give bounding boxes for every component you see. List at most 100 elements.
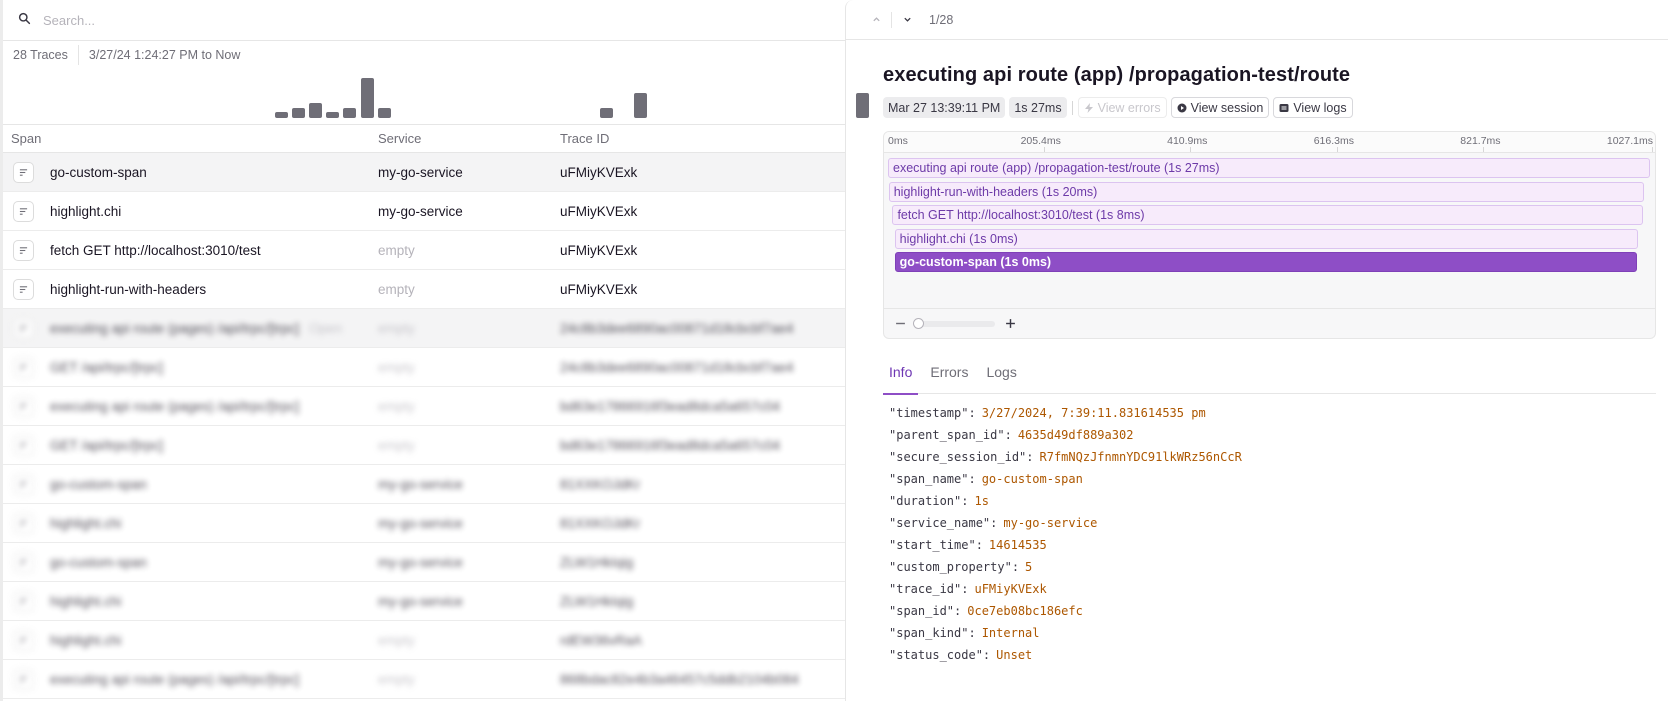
histogram-bar[interactable] (309, 103, 323, 118)
trace-detail-panel: 1/28 executing api route (app) /propagat… (845, 0, 1668, 701)
chevron-down-icon (903, 17, 911, 22)
histogram-bar[interactable] (360, 78, 374, 118)
table-row[interactable]: highlight.chi my-go-service uFMiyKVExk (3, 192, 845, 231)
table-row[interactable]: highlight.chi my-go-service ZLW1HkIqig (3, 582, 845, 621)
span-cell: GET /api/trpc/[trpc] (3, 434, 368, 456)
divider (1071, 100, 1073, 115)
axis-tick-mark (1336, 147, 1338, 152)
attribute-value[interactable]: 0ce7eb08bc186efc (967, 604, 1083, 618)
search-input[interactable] (43, 12, 743, 28)
span-list-icon (13, 668, 34, 690)
span-cell: highlight.chi (3, 200, 368, 222)
attribute-key: "span_kind": (889, 626, 976, 640)
view-errors-button[interactable]: View errors (1077, 97, 1167, 118)
histogram-bar[interactable] (326, 112, 340, 118)
zoom-in-button[interactable] (1003, 317, 1017, 331)
attribute-key: "start_time": (889, 538, 983, 552)
divider (77, 45, 79, 65)
attribute-value[interactable]: 1s (974, 494, 988, 508)
span-list-icon (13, 395, 34, 417)
table-row[interactable]: go-custom-span my-go-service 81XXKOJdKr (3, 465, 845, 504)
attribute-value[interactable]: my-go-service (1003, 516, 1097, 530)
table-row[interactable]: go-custom-span my-go-service uFMiyKVExk (3, 153, 845, 192)
attribute-row: "trace_id": uFMiyKVExk (889, 578, 1242, 600)
view-session-button[interactable]: View session (1170, 97, 1270, 118)
span-cell: fetch GET http://localhost:3010/test (3, 239, 368, 261)
attribute-value[interactable]: go-custom-span (982, 472, 1083, 486)
column-header-span[interactable]: Span (3, 131, 368, 146)
histogram-bar[interactable] (275, 112, 288, 118)
open-hint[interactable]: Open (309, 321, 342, 336)
span-cell: highlight.chi (3, 590, 368, 612)
trace-id-cell: uFMiyKVExk (560, 164, 638, 180)
attribute-value[interactable]: Unset (996, 648, 1032, 662)
previous-trace-button[interactable] (868, 12, 884, 28)
time-axis: 0ms 205.4ms 410.9ms 616.3ms 821.7ms 1027.1ms (884, 132, 1655, 153)
span-name: highlight.chi (50, 203, 122, 219)
span-bar[interactable]: executing api route (app) /propagation-t… (888, 158, 1650, 178)
table-row[interactable]: executing api route (pages) /api/trpc/[t… (3, 660, 845, 699)
span-name: fetch GET http://localhost:3010/test (50, 242, 261, 258)
table-row[interactable]: executing api route (pages) /api/trpc/[t… (3, 387, 845, 426)
attribute-row: "service_name": my-go-service (889, 512, 1242, 534)
trace-id-cell: uFMiyKVExk (560, 203, 638, 219)
attribute-value[interactable]: R7fmNQzJfnmnYDC91lkWRz56nCcR (1040, 450, 1242, 464)
table-row[interactable]: GET /api/trpc/[trpc] empty 24c8b3dee6890ac… (3, 348, 845, 387)
time-range[interactable]: 3/27/24 1:24:27 PM to Now (89, 48, 240, 62)
axis-tick-mark (1190, 147, 1192, 152)
next-trace-button[interactable] (899, 12, 915, 28)
attribute-value[interactable]: Internal (982, 626, 1040, 640)
attribute-value[interactable]: uFMiyKVExk (974, 582, 1046, 596)
axis-tick-mark (1652, 147, 1653, 152)
span-cell: executing api route (pages) /api/trpc/[t… (3, 668, 368, 690)
span-bars: executing api route (app) /propagation-t… (884, 153, 1655, 303)
trace-title: executing api route (app) /propagation-t… (883, 64, 1351, 86)
span-name: executing api route (pages) /api/trpc/[t… (50, 320, 300, 336)
attribute-value[interactable]: 4635d49df889a302 (1018, 428, 1134, 442)
histogram-bar[interactable] (343, 108, 357, 118)
table-row[interactable]: fetch GET http://localhost:3010/test empt… (3, 231, 845, 270)
table-row[interactable]: highlight.chi empty rdEW36vRaA (3, 621, 845, 660)
detail-nav-bar: 1/28 (846, 0, 1668, 40)
service-cell: my-go-service (378, 203, 463, 219)
attribute-key: "timestamp": (889, 406, 976, 420)
histogram-bar[interactable] (377, 108, 391, 118)
histogram-bar[interactable] (634, 93, 648, 118)
table-row[interactable]: executing api route (pages) /api/trpc/[t… (3, 309, 845, 348)
zoom-slider[interactable] (913, 317, 995, 329)
column-header-service[interactable]: Service (368, 131, 550, 146)
column-header-trace-id[interactable]: Trace ID (550, 131, 845, 146)
span-list-icon (13, 473, 34, 495)
service-cell: my-go-service (378, 515, 463, 531)
view-logs-label: View logs (1293, 100, 1347, 115)
span-list-icon (13, 590, 34, 612)
axis-tick-label: 1027.1ms (1606, 135, 1653, 147)
table-row[interactable]: highlight.chi my-go-service 81XXKOJdKr (3, 504, 845, 543)
tab-errors[interactable]: Errors (924, 364, 974, 394)
span-bar[interactable]: go-custom-span (1s 0ms) (894, 252, 1637, 272)
attribute-row: "timestamp": 3/27/2024, 7:39:11.831614535… (889, 402, 1242, 424)
zoom-slider-thumb[interactable] (913, 317, 924, 329)
table-row[interactable]: GET /api/trpc/[trpc] empty bd63e17866916f3… (3, 426, 845, 465)
view-logs-button[interactable]: View logs (1273, 97, 1353, 118)
tab-logs[interactable]: Logs (980, 364, 1022, 394)
span-bar[interactable]: highlight-run-with-headers (1s 20ms) (888, 181, 1644, 202)
span-bar[interactable]: fetch GET http://localhost:3010/test (1s… (892, 205, 1644, 225)
trace-id-cell: bd63e17866916f3ead8dca5a657c04 (560, 398, 780, 414)
histogram-bar[interactable] (292, 108, 306, 118)
tab-info[interactable]: Info (883, 364, 919, 395)
table-row[interactable]: highlight-run-with-headers empty uFMiyKVEx… (3, 270, 845, 309)
trace-histogram[interactable] (3, 68, 870, 125)
span-bar[interactable]: highlight.chi (1s 0ms) (894, 228, 1638, 249)
histogram-bar[interactable] (599, 108, 613, 118)
plus-icon (1005, 319, 1015, 328)
attribute-value[interactable]: 14614535 (989, 538, 1047, 552)
span-list-icon (13, 317, 34, 339)
zoom-out-button[interactable] (893, 317, 907, 331)
table-row[interactable]: go-custom-span my-go-service ZLW1HkIqig (3, 543, 845, 582)
trace-id-cell: 81XXKOJdKr (560, 476, 641, 492)
span-cell: highlight.chi (3, 629, 368, 651)
attribute-value[interactable]: 5 (1025, 560, 1032, 574)
attribute-value[interactable]: 3/27/2024, 7:39:11.831614535 pm (982, 406, 1206, 420)
attribute-row: "secure_session_id": R7fmNQzJfnmnYDC91lkW… (889, 446, 1242, 468)
